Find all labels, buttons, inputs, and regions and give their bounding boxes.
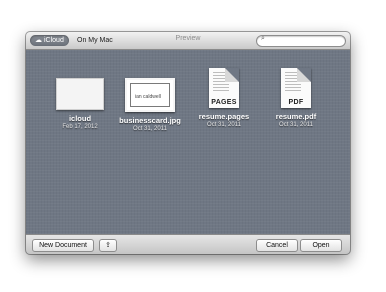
businesscard-thumbnail: ian caldwell [125, 78, 175, 112]
file-name: resume.pdf [275, 112, 317, 121]
file-date: Oct 31, 2011 [279, 122, 313, 128]
share-button[interactable]: ⇪ [99, 239, 117, 252]
pdf-document-icon: PDF [281, 68, 311, 108]
new-document-button[interactable]: New Document [32, 239, 94, 252]
search-icon: ⌕ [261, 35, 265, 42]
file-item-businesscard[interactable]: ian caldwell businesscard.jpg Oct 31, 20… [112, 64, 188, 132]
file-item-resume-pages[interactable]: PAGES resume.pages Oct 31, 2011 [186, 64, 262, 128]
file-name: resume.pages [198, 112, 250, 121]
open-dialog: ☁ iCloud On My Mac Preview ⌕ icloud Feb 1… [26, 32, 350, 254]
file-date: Feb 17, 2012 [62, 124, 98, 130]
pages-document-icon: PAGES [209, 68, 239, 108]
search-field[interactable]: ⌕ [256, 35, 346, 47]
file-name: icloud [68, 114, 92, 123]
pages-badge: PAGES [211, 99, 237, 106]
cancel-button[interactable]: Cancel [256, 239, 298, 252]
pdf-badge: PDF [288, 99, 304, 106]
icloud-thumbnail [56, 78, 104, 110]
card-text: ian caldwell [135, 94, 161, 100]
file-item-resume-pdf[interactable]: PDF resume.pdf Oct 31, 2011 [258, 64, 334, 128]
file-date: Oct 31, 2011 [207, 122, 241, 128]
share-icon: ⇪ [105, 242, 111, 249]
file-date: Oct 31, 2011 [133, 126, 167, 132]
file-name: businesscard.jpg [119, 116, 181, 125]
titlebar: ☁ iCloud On My Mac Preview ⌕ [26, 32, 350, 50]
file-browser: icloud Feb 17, 2012 ian caldwell busines… [26, 50, 350, 234]
file-item-icloud[interactable]: icloud Feb 17, 2012 [42, 64, 118, 130]
open-button[interactable]: Open [300, 239, 342, 252]
bottom-toolbar: New Document ⇪ Cancel Open [26, 234, 350, 254]
